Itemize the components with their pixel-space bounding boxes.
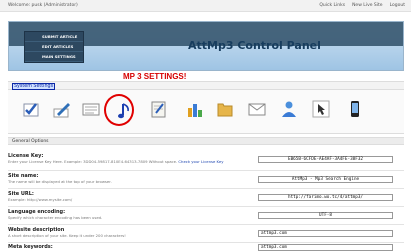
logout-link[interactable]: Logout [390, 3, 405, 8]
meta-keywords-input[interactable]: attmp3.com [258, 244, 393, 251]
general-options-title: General Options [8, 137, 404, 145]
site-url-desc: Example: http://www.mysite.com/ [8, 197, 73, 202]
site-name-input[interactable]: AttMp3 - Mp3 Search Engine [258, 176, 393, 183]
meta-keywords-label: Meta keywords: [8, 244, 53, 250]
divider [8, 224, 404, 225]
license-key-desc: Enter your License Key Here. Example: 3D… [8, 159, 248, 164]
website-description-desc: A short description of your site. Keep i… [8, 233, 126, 238]
site-url-input[interactable]: http://farimo.wo.tc/4/attmp3/ [258, 194, 393, 201]
menu-submit-article[interactable]: SUBMIT ARTICLE [25, 32, 83, 42]
edit-pencil-icon[interactable] [51, 98, 73, 120]
check-license-link[interactable]: Check your License Key [178, 159, 223, 164]
clipboard-icon[interactable] [148, 98, 170, 120]
menu-edit-articles[interactable]: EDIT ARTICLES [25, 42, 83, 52]
main-menu: SUBMIT ARTICLE EDIT ARTICLES MAIN SETTIN… [24, 31, 84, 63]
notepad-icon[interactable] [80, 98, 102, 120]
system-settings-link[interactable]: System Settings [12, 83, 56, 90]
divider [8, 242, 404, 243]
mp3-settings-annotation: MP 3 SETTINGS! [123, 72, 187, 81]
divider [8, 206, 404, 207]
top-bar: Welcome: pusk (Administrator) Quick Link… [0, 0, 411, 12]
page-title: AttMp3 Control Panel [188, 39, 321, 52]
website-description-input[interactable]: attmp3.com [258, 230, 393, 237]
language-encoding-desc: Specify which character encoding has bee… [8, 215, 103, 220]
license-key-input[interactable]: EB65B-6CFDE-AE4AF-3A4FE-38F32 [258, 156, 393, 163]
divider [8, 188, 404, 189]
license-key-desc-text: Enter your License Key Here. Example: 3D… [8, 159, 178, 164]
settings-check-icon[interactable] [20, 98, 42, 120]
bar-chart-icon[interactable] [184, 98, 206, 120]
welcome-text: Welcome: pusk (Administrator) [8, 3, 78, 8]
top-links: Quick Links New Live Site Logout [319, 3, 405, 8]
users-icon[interactable] [278, 98, 300, 120]
red-highlight-circle [104, 94, 134, 126]
settings-icon-bar [8, 90, 404, 134]
system-settings-row: System Settings [8, 81, 404, 90]
menu-main-settings[interactable]: MAIN SETTINGS [25, 52, 83, 62]
site-name-desc: The name will be displayed at the top of… [8, 179, 112, 184]
divider [8, 170, 404, 171]
cursor-hand-icon[interactable] [310, 98, 332, 120]
folder-icon[interactable] [214, 98, 236, 120]
language-encoding-input[interactable]: UTF-8 [258, 212, 393, 219]
phone-icon[interactable] [344, 98, 366, 120]
mail-icon[interactable] [246, 98, 268, 120]
quick-links-link[interactable]: Quick Links [319, 3, 345, 8]
new-live-site-link[interactable]: New Live Site [352, 3, 383, 8]
